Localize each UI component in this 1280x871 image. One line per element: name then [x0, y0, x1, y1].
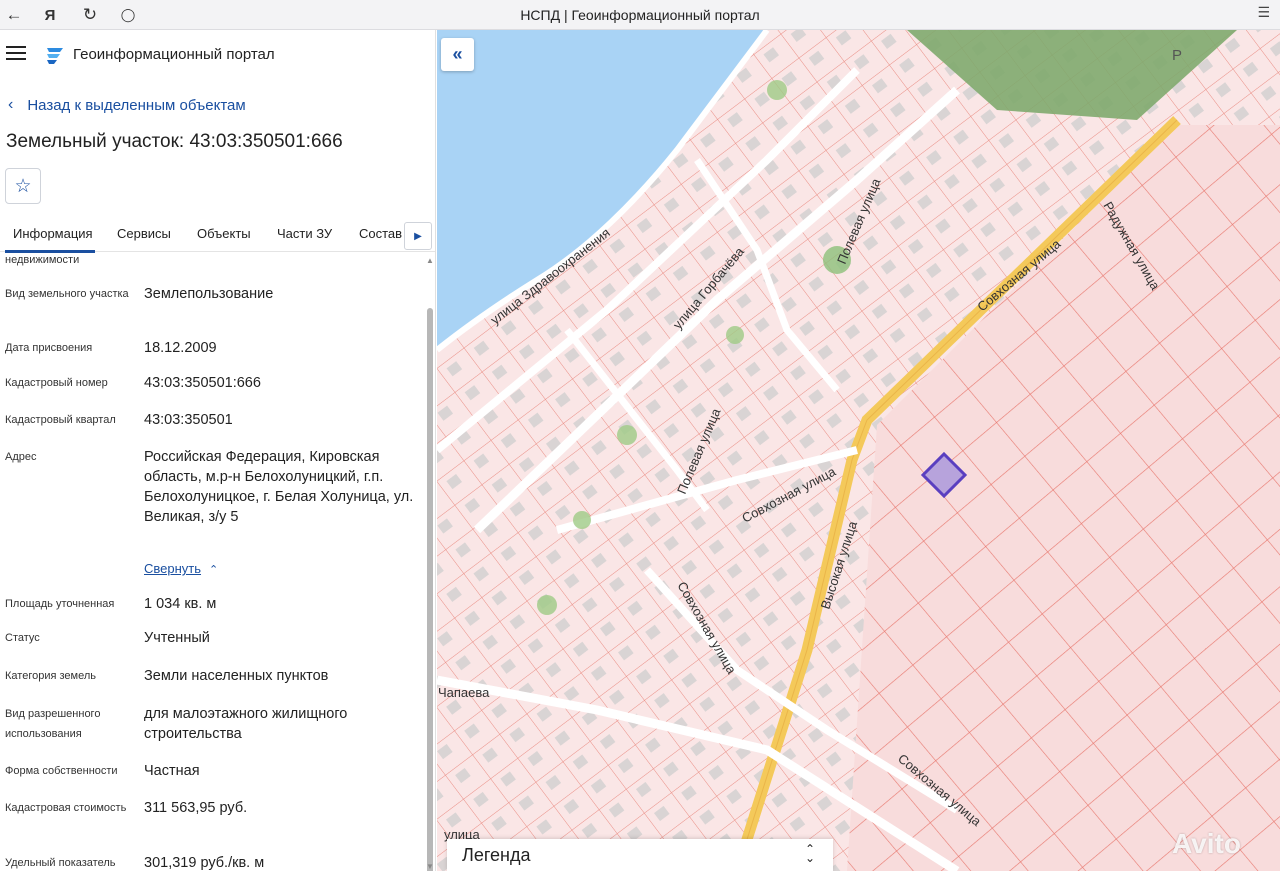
back-to-selected-link[interactable]: ‹ Назад к выделенным объектам [8, 96, 246, 114]
window-title: НСПД | Геоинформационный портал [520, 7, 760, 23]
favorite-button[interactable]: ☆ [5, 168, 41, 204]
expand-toggle-icon[interactable]: ⌃ ⌄ [805, 843, 815, 864]
page-title: Земельный участок: 43:03:350501:666 [6, 131, 343, 152]
info-value: Частная [144, 763, 200, 779]
menu-icon[interactable]: ☰ [1257, 4, 1270, 21]
double-chevron-left-icon: « [452, 44, 463, 64]
info-value: Земли населенных пунктов [144, 668, 329, 684]
info-value: 1 034 кв. м [144, 596, 217, 612]
reload-icon[interactable]: ↻ [76, 0, 104, 30]
info-value: Землепользование [144, 286, 274, 302]
info-label: Дата присвоения [5, 342, 93, 354]
portal-logo-icon [47, 48, 63, 64]
yandex-logo-icon[interactable]: Я [36, 0, 64, 30]
star-icon: ☆ [14, 175, 32, 197]
info-label: Адрес [5, 451, 37, 463]
info-label: Категория земель [5, 670, 96, 682]
hamburger-menu-icon[interactable] [6, 46, 26, 62]
info-label: Площадь уточненная [5, 598, 115, 610]
street-label: Чапаева [438, 685, 490, 700]
info-value: Учтенный [144, 630, 210, 646]
chevron-up-icon: ⌃ [209, 564, 219, 576]
collapse-label: Свернуть [144, 561, 202, 576]
tab-information[interactable]: Информация [13, 226, 93, 241]
info-label: недвижимости [5, 254, 80, 266]
tabs-scroll-right-button[interactable]: ▶ [404, 222, 432, 250]
map-canvas[interactable]: P улица Здравоохранения улица Горбачёва … [437, 30, 1280, 871]
info-value: 311 563,95 руб. [144, 800, 248, 816]
triangle-right-icon: ▶ [414, 230, 422, 242]
info-value: для малоэтажного жилищного строительства [144, 706, 348, 742]
tab-bar: Информация Сервисы Объекты Части ЗУ Сост… [0, 216, 435, 253]
scroll-down-arrow-icon[interactable]: ▼ [426, 862, 434, 871]
back-arrow-icon[interactable]: ← [0, 0, 28, 30]
tab-parts[interactable]: Части ЗУ [277, 226, 332, 241]
info-label: Вид разрешенного использования [5, 708, 101, 740]
map-view[interactable]: P улица Здравоохранения улица Горбачёва … [437, 30, 1280, 871]
info-label: Кадастровый номер [5, 377, 108, 389]
legend-label: Легенда [462, 844, 531, 865]
chevron-left-icon: ‹ [8, 96, 14, 113]
info-label: Форма собственности [5, 765, 118, 777]
info-label: Статус [5, 632, 40, 644]
info-label: Удельный показатель кадастровой [5, 857, 116, 869]
avito-watermark: Avito [1172, 828, 1241, 859]
info-label: Кадастровая стоимость [5, 802, 127, 814]
info-label: Кадастровый квартал [5, 414, 116, 426]
shield-icon[interactable]: ◯ [114, 0, 142, 30]
legend-bar[interactable]: Легенда ⌃ ⌄ [447, 839, 833, 871]
scroll-up-arrow-icon[interactable]: ▲ [426, 256, 434, 265]
browser-toolbar: ← Я ↻ ◯ НСПД | Геоинформационный портал … [0, 0, 1280, 30]
panel-header: Геоинформационный портал [0, 30, 435, 80]
tab-services[interactable]: Сервисы [117, 226, 171, 241]
info-panel: Геоинформационный портал ‹ Назад к выдел… [0, 30, 436, 871]
info-list: недвижимости Вид земельного участка Земл… [0, 252, 424, 871]
tab-objects[interactable]: Объекты [197, 226, 251, 241]
info-value-address: Российская Федерация, Кировская область,… [144, 449, 414, 525]
info-value: 301,319 руб./кв. м [144, 855, 265, 871]
tab-composition[interactable]: Состав [359, 226, 402, 241]
info-value: 43:03:350501:666 [144, 375, 261, 391]
collapse-panel-button[interactable]: « [441, 38, 474, 71]
collapse-link[interactable]: Свернуть ⌃ [144, 561, 218, 576]
info-label: Вид земельного участка [5, 288, 129, 300]
info-value: 43:03:350501 [144, 412, 233, 428]
parking-label: P [1172, 47, 1182, 64]
info-value: 18.12.2009 [144, 340, 217, 356]
scrollbar-thumb[interactable] [427, 308, 433, 871]
back-link-label: Назад к выделенным объектам [27, 96, 246, 114]
app-title: Геоинформационный портал [73, 46, 275, 63]
